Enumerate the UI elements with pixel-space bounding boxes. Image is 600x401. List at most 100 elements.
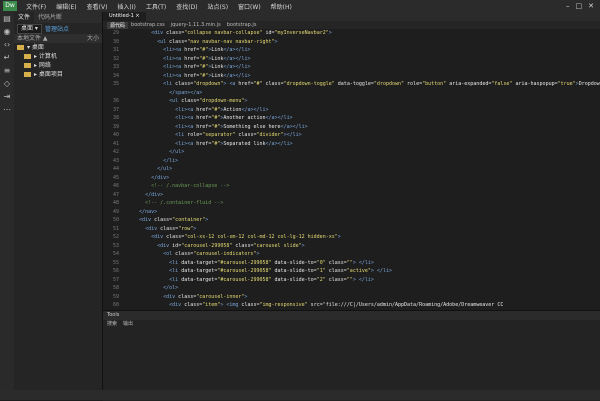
tree-item-desktop-items[interactable]: ▸ 桌面项目 [14,70,102,79]
code-line[interactable]: 37 <li><a href="#">Action</a></li> [103,106,600,115]
tool-strip: ▤ ◉ ‹› ↵ ≡ ◇ ⇥ ⋯ [0,12,15,400]
code-line[interactable]: 33 <li><a href="#">Link</a></li> [103,63,600,72]
line-number: 44 [112,166,119,172]
code-line[interactable]: </span></a> [103,89,600,98]
code-line[interactable]: 56 <li data-target="#carousel-299058" da… [103,267,600,276]
dreamweaver-logo: Dw [3,1,17,11]
format-icon[interactable]: ≡ [0,64,14,77]
code-line[interactable]: 41 <li><a href="#">Separated link</a></l… [103,140,600,149]
code-text: <!-- /.container-fluid --> [127,200,224,206]
line-number: 36 [112,98,119,104]
line-number: 34 [112,72,119,79]
tab-snippets[interactable]: 代码片断 [34,12,66,23]
comment-icon[interactable]: ◇ [0,77,14,90]
tab-untitled-1[interactable]: Untitled-1 × [103,12,146,21]
code-text: </ul> [157,166,173,172]
related-file-source[interactable]: 源代码 [107,21,129,29]
code-line[interactable]: 39 <li><a href="#">Something else here</… [103,123,600,132]
code-line[interactable]: 57 <li data-target="#carousel-299058" da… [103,276,600,285]
menu-insert[interactable]: 插入(I) [112,2,140,11]
line-number: 60 [112,302,119,308]
code-text: <li><a href="#">Link</a></li> [163,72,251,79]
code-line[interactable]: 49 </nav> [103,208,600,217]
code-line[interactable]: 52 <div class="col-xs-12 col-sm-12 col-m… [103,233,600,242]
close-icon[interactable]: ✕ [588,2,594,10]
menu-find[interactable]: 查找(D) [171,2,202,11]
status-bar [0,390,600,400]
site-select[interactable]: 桌面 ▾ [17,23,42,34]
code-line[interactable]: 47 </div> [103,191,600,200]
tab-files[interactable]: 文件 [14,12,35,23]
code-line[interactable]: 32 <li><a href="#">Link</a></li> [103,55,600,64]
menu-edit[interactable]: 编辑(E) [51,2,81,11]
size-header[interactable]: 大小 [87,34,99,43]
line-number: 58 [112,285,119,291]
code-line[interactable]: 36 <ul class="dropdown-menu"> [103,97,600,106]
code-line[interactable]: 35 <li class="dropdown"> <a href="#" cla… [103,80,600,89]
code-line[interactable]: 30 <ul class="nav navbar-nav navbar-righ… [103,38,600,47]
code-text: </div> [145,191,164,198]
line-number: 41 [112,140,119,147]
code-line[interactable]: 46 <!-- /.navbar-collapse --> [103,182,600,191]
related-file-bootstrap-css[interactable]: bootstrap.css [128,22,168,28]
line-number: 35 [112,81,119,87]
menu-view[interactable]: 查看(V) [82,2,113,11]
menu-file[interactable]: 文件(F) [21,2,51,11]
code-line[interactable]: 40 <li role="separator" class="divider">… [103,131,600,140]
code-view[interactable]: 29 <div class="collapse navbar-collapse"… [103,29,600,310]
line-number: 48 [112,200,119,206]
code-line[interactable]: 60 <div class="item"> <img class="img-re… [103,301,600,310]
code-icon[interactable]: ‹› [0,38,14,51]
code-line[interactable]: 53 <div id="carousel-299058" class="caro… [103,242,600,251]
code-text: </ol> [163,285,179,291]
wrap-icon[interactable]: ↵ [0,51,14,64]
tab-search[interactable]: 搜索 [107,320,117,328]
folder-icon [24,72,31,77]
code-line[interactable]: 31 <li><a href="#">Link</a></li> [103,46,600,55]
more-icon[interactable]: ⋯ [0,103,14,116]
line-number: 49 [112,208,119,215]
code-line[interactable]: 42 </ul> [103,148,600,157]
tree-item-computer[interactable]: ▸ 计算机 [14,52,102,61]
manage-sites-link[interactable]: 管理站点 [45,24,69,33]
tree-item-network[interactable]: ▸ 网络 [14,61,102,70]
indent-icon[interactable]: ⇥ [0,90,14,103]
maximize-icon[interactable]: □ [576,2,583,10]
menu-tools[interactable]: 工具(T) [141,2,171,11]
code-line[interactable]: 55 <li data-target="#carousel-299058" da… [103,259,600,268]
live-view-icon[interactable]: ◉ [0,25,14,38]
tree-item-desktop[interactable]: ▾ 桌面 [14,43,102,52]
code-line[interactable]: 48 <!-- /.container-fluid --> [103,199,600,208]
code-text: <div id="carousel-299058" class="carouse… [157,242,305,249]
code-line[interactable]: 34 <li><a href="#">Link</a></li> [103,72,600,81]
code-line[interactable]: 51 <div class="row"> [103,225,600,234]
related-file-bootstrap-js[interactable]: bootstrap.js [224,22,260,28]
code-text: <li><a href="#">Link</a></li> [163,64,251,70]
menu-site[interactable]: 站点(S) [203,2,234,11]
code-text: <li class="dropdown"> <a href="#" class=… [163,81,600,87]
code-line[interactable]: 54 <ol class="carousel-indicators"> [103,250,600,259]
code-text: <li><a href="#">Action</a></li> [175,106,269,113]
code-text: <!-- /.navbar-collapse --> [127,183,230,189]
code-line[interactable]: 58 </ol> [103,284,600,293]
file-tree: ▾ 桌面 ▸ 计算机 ▸ 网络 ▸ 桌面项目 [14,43,102,79]
code-line[interactable]: 45 </div> [103,174,600,183]
code-text: <li data-target="#carousel-299058" data-… [169,268,392,274]
code-line[interactable]: 29 <div class="collapse navbar-collapse"… [103,29,600,38]
code-line[interactable]: 44 </ul> [103,165,600,174]
editor-area: Untitled-1 × 源代码 bootstrap.css jquery-1.… [103,12,600,310]
code-text: <li data-target="#carousel-299058" data-… [169,259,374,266]
code-text: </span></a> [169,89,203,96]
code-line[interactable]: 50 <div class="container"> [103,216,600,225]
file-icon[interactable]: ▤ [0,12,14,25]
code-line[interactable]: 59 <div class="carousel-inner"> [103,293,600,302]
menu-help[interactable]: 帮助(H) [266,2,297,11]
tab-output[interactable]: 输出 [123,320,133,328]
local-files-header[interactable]: 本地文件 ▲ [17,34,48,43]
code-line[interactable]: 38 <li><a href="#">Another action</a></l… [103,114,600,123]
related-file-jquery[interactable]: jquery-1.11.3.min.js [168,22,224,28]
menu-window[interactable]: 窗口(W) [233,2,266,11]
code-line[interactable]: 43 </li> [103,157,600,166]
line-number: 38 [112,115,119,121]
minimize-icon[interactable]: – [566,2,570,10]
